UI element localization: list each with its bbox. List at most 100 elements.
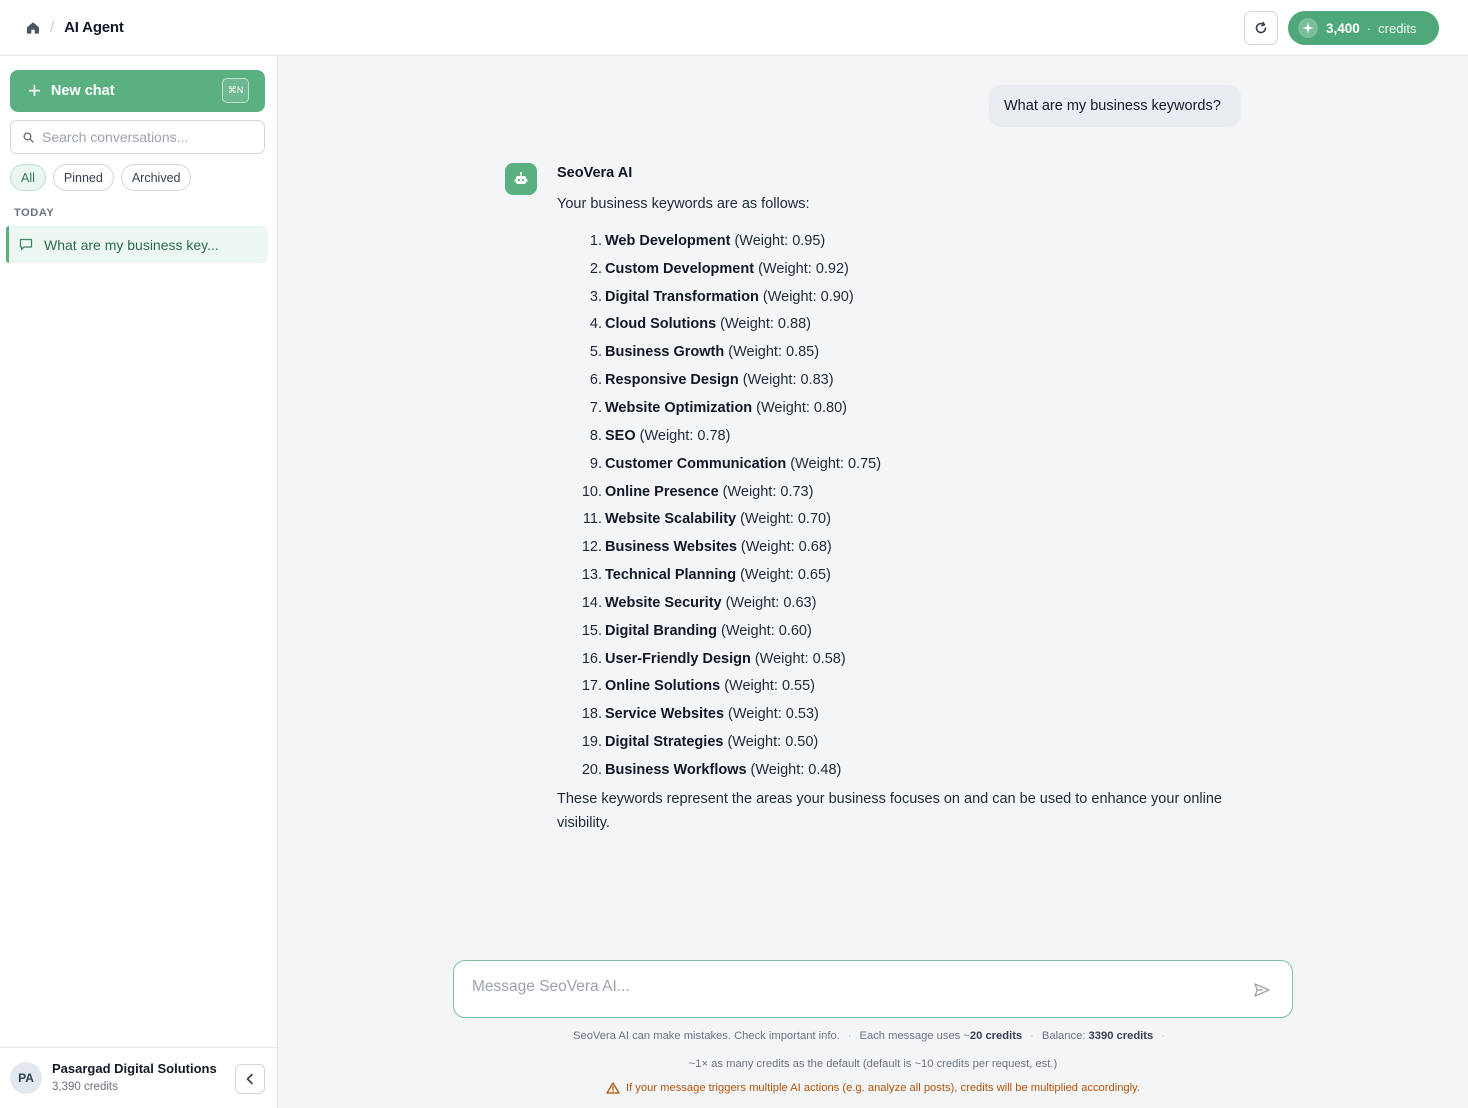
list-item: 19. Digital Strategies (Weight: 0.50) — [557, 728, 881, 756]
keyword-name: Responsive Design — [605, 372, 739, 389]
keyword-name: Business Websites — [605, 539, 737, 556]
item-number: 9. — [589, 455, 602, 472]
keyword-name: Service Websites — [605, 706, 725, 723]
chevron-left-icon — [245, 1073, 255, 1085]
keyword-name: Digital Transformation — [605, 288, 759, 305]
keyword-name: User-Friendly Design — [605, 650, 751, 667]
keyword-weight: (Weight: 0.90) — [762, 288, 854, 305]
item-number: 15. — [581, 622, 602, 639]
credits-separator: · — [1366, 20, 1372, 36]
keyword-name: Online Solutions — [605, 678, 721, 695]
refresh-button[interactable] — [1244, 11, 1278, 45]
list-item: 18. Service Websites (Weight: 0.53) — [557, 700, 881, 728]
keyword-weight: (Weight: 0.70) — [740, 511, 831, 528]
collapse-sidebar-button[interactable] — [235, 1064, 265, 1094]
list-item: 20. Business Workflows (Weight: 0.48) — [557, 756, 881, 784]
list-item: 5. Business Growth (Weight: 0.85) — [557, 338, 881, 366]
robot-icon — [505, 163, 537, 195]
avatar[interactable]: PA — [10, 1062, 42, 1094]
list-item: 13. Technical Planning (Weight: 0.65) — [557, 561, 881, 589]
credits-badge[interactable]: 3,400 · credits — [1288, 11, 1439, 45]
keyword-name: Technical Planning — [605, 567, 737, 584]
new-chat-label: New chat — [50, 83, 115, 99]
cost-value: 20 credits — [969, 1030, 1023, 1042]
keyword-name: Online Presence — [605, 483, 719, 500]
conversation-item[interactable]: What are my business key... — [6, 226, 268, 263]
keyword-weight: (Weight: 0.88) — [720, 316, 811, 333]
keyword-weight: (Weight: 0.80) — [756, 399, 847, 416]
balance-prefix: Balance: — [1041, 1030, 1086, 1042]
keyword-weight: (Weight: 0.55) — [724, 678, 816, 695]
home-icon[interactable] — [26, 21, 40, 35]
keyword-weight: (Weight: 0.73) — [722, 483, 814, 500]
sparkle-icon — [1298, 18, 1318, 38]
keyword-name: Website Security — [605, 594, 722, 611]
item-number: 1. — [589, 232, 602, 249]
send-button[interactable] — [1252, 980, 1272, 1000]
keyword-weight: (Weight: 0.75) — [790, 455, 882, 472]
keyword-name: Business Workflows — [605, 761, 747, 778]
new-chat-button[interactable]: + New chat ⌘N — [10, 70, 265, 112]
bot-intro: Your business keywords are as follows: — [557, 196, 810, 212]
list-item: 14. Website Security (Weight: 0.63) — [557, 589, 881, 617]
org-name: Pasargad Digital Solutions — [52, 1061, 217, 1076]
keyword-list: 1. Web Development (Weight: 0.95) 2. Custom… — [557, 227, 881, 784]
message-composer — [453, 960, 1293, 1018]
message-input[interactable] — [472, 978, 1232, 1000]
sidebar: + New chat ⌘N All Pinned Archived TODAY … — [0, 56, 278, 1108]
keyword-name: Digital Branding — [605, 622, 717, 639]
filter-archived[interactable]: Archived — [120, 164, 192, 191]
separator: · — [1161, 1030, 1165, 1042]
list-item: 11. Website Scalability (Weight: 0.70) — [557, 505, 881, 533]
search-box[interactable] — [10, 120, 265, 154]
bot-outro: These keywords represent the areas your … — [557, 791, 1222, 831]
item-number: 6. — [589, 372, 602, 389]
separator: · — [1030, 1030, 1034, 1042]
balance-value: 3390 credits — [1088, 1030, 1154, 1042]
separator: · — [847, 1030, 852, 1042]
shortcut-badge: ⌘N — [222, 78, 249, 103]
keyword-weight: (Weight: 0.92) — [758, 260, 849, 277]
search-input[interactable] — [42, 129, 252, 145]
send-icon — [1254, 983, 1270, 997]
item-number: 13. — [581, 567, 602, 584]
keyword-name: Customer Communication — [605, 455, 787, 472]
filter-pinned[interactable]: Pinned — [52, 164, 114, 191]
list-item: 6. Responsive Design (Weight: 0.83) — [557, 366, 881, 394]
breadcrumb: / AI Agent — [26, 19, 124, 36]
keyword-weight: (Weight: 0.50) — [727, 734, 819, 751]
mistakes-note: SeoVera AI can make mistakes. Check impo… — [573, 1030, 840, 1042]
conversation-filters: All Pinned Archived — [10, 164, 192, 191]
account-footer: PA Pasargad Digital Solutions 3,390 cred… — [0, 1047, 277, 1108]
page-title: AI Agent — [64, 19, 124, 36]
breadcrumb-separator: / — [50, 19, 55, 36]
item-number: 8. — [589, 427, 602, 444]
keyword-name: Digital Strategies — [605, 734, 724, 751]
keyword-weight: (Weight: 0.60) — [720, 622, 812, 639]
keyword-weight: (Weight: 0.53) — [728, 706, 819, 723]
user-message: What are my business keywords? — [989, 85, 1241, 127]
list-item: 9. Customer Communication (Weight: 0.75) — [557, 450, 881, 478]
org-credits: 3,390 credits — [52, 1081, 118, 1093]
keyword-weight: (Weight: 0.85) — [728, 344, 820, 361]
list-item: 7. Website Optimization (Weight: 0.80) — [557, 394, 881, 422]
list-item: 2. Custom Development (Weight: 0.92) — [557, 255, 881, 283]
keyword-weight: (Weight: 0.48) — [750, 761, 842, 778]
warning-icon — [606, 1082, 620, 1094]
section-label-today: TODAY — [14, 207, 55, 219]
item-number: 5. — [589, 344, 602, 361]
keyword-weight: (Weight: 0.95) — [734, 232, 826, 249]
list-item: 4. Cloud Solutions (Weight: 0.88) — [557, 311, 881, 339]
item-number: 16. — [581, 650, 602, 667]
keyword-weight: (Weight: 0.68) — [740, 539, 832, 556]
item-number: 17. — [581, 678, 602, 695]
keyword-name: Custom Development — [605, 260, 755, 277]
filter-all[interactable]: All — [10, 164, 46, 191]
item-number: 19. — [581, 734, 602, 751]
bot-name: SeoVera AI — [557, 165, 633, 181]
keyword-name: Cloud Solutions — [605, 316, 717, 333]
warning-text: If your message triggers multiple AI act… — [625, 1082, 1141, 1094]
list-item: 17. Online Solutions (Weight: 0.55) — [557, 673, 881, 701]
search-icon — [23, 132, 34, 143]
keyword-weight: (Weight: 0.65) — [740, 567, 831, 584]
